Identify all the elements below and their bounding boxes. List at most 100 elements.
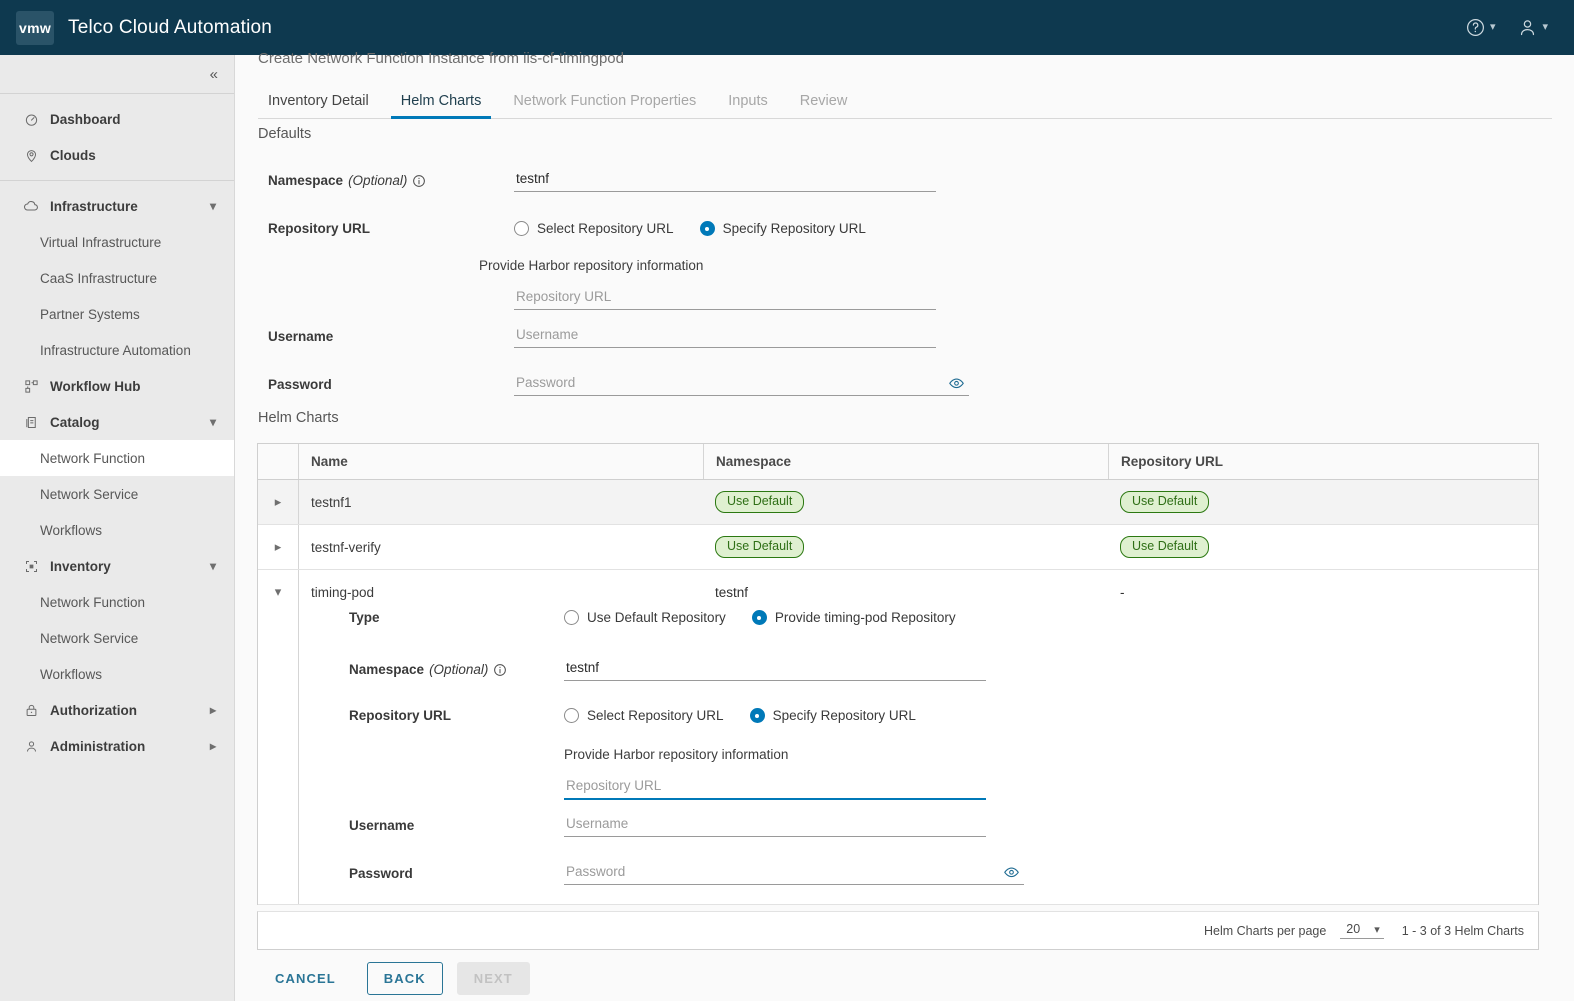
table-row-expanded: ▾ timing-pod testnf - Type Use Default R… xyxy=(258,570,1538,905)
sidebar-item-infrastructure-automation[interactable]: Infrastructure Automation xyxy=(0,332,234,368)
app-title: Telco Cloud Automation xyxy=(68,16,273,38)
user-menu-button[interactable]: ▾ xyxy=(1509,11,1556,44)
sidebar-item-label: Virtual Infrastructure xyxy=(40,234,162,250)
password-input[interactable] xyxy=(564,862,1024,885)
repository-url-input[interactable] xyxy=(514,287,936,310)
info-icon[interactable] xyxy=(412,174,426,188)
detail-repository-url-row: Repository URL Select Repository URL Spe… xyxy=(349,708,916,723)
sidebar-item-workflow-hub[interactable]: Workflow Hub xyxy=(0,368,234,404)
detail-harbor-note: Provide Harbor repository information xyxy=(564,747,789,762)
radio-specify-repository-url[interactable]: Specify Repository URL xyxy=(749,708,916,723)
sidebar-item-label: Network Function xyxy=(40,450,146,466)
sidebar-item-label: Network Service xyxy=(40,486,139,502)
radio-use-default-repository[interactable]: Use Default Repository xyxy=(564,610,726,625)
chevron-down-icon[interactable]: ▾ xyxy=(258,584,298,600)
table-row[interactable]: ▸ testnf-verify Use Default Use Default xyxy=(258,525,1538,570)
sidebar-item-catalog-network-function[interactable]: Network Function xyxy=(0,440,234,476)
help-circle-icon xyxy=(1465,17,1486,38)
chevron-right-icon[interactable]: ▸ xyxy=(258,539,298,555)
cancel-button[interactable]: CANCEL xyxy=(258,962,353,995)
pagination-range: 1 - 3 of 3 Helm Charts xyxy=(1401,923,1524,938)
sidebar-item-dashboard[interactable]: Dashboard xyxy=(0,101,234,137)
namespace-label-text: Namespace xyxy=(349,662,425,677)
password-input[interactable] xyxy=(514,373,969,396)
radio-label: Provide timing-pod Repository xyxy=(774,610,956,625)
eye-icon[interactable] xyxy=(948,374,965,391)
namespace-input[interactable] xyxy=(514,169,936,192)
namespace-input[interactable] xyxy=(564,658,986,681)
radio-provide-timing-pod-repository[interactable]: Provide timing-pod Repository xyxy=(751,610,956,625)
repository-url-input[interactable] xyxy=(564,776,986,800)
dashboard-icon xyxy=(22,112,40,127)
sidebar-item-label: Authorization xyxy=(50,702,137,718)
cloud-pin-icon xyxy=(22,148,40,163)
sidebar-item-administration[interactable]: Administration ▸ xyxy=(0,728,234,764)
expanded-detail-panel: Type Use Default Repository Provide timi… xyxy=(298,610,1538,904)
sidebar-item-caas-infrastructure[interactable]: CaaS Infrastructure xyxy=(0,260,234,296)
namespace-label: Namespace (Optional) xyxy=(349,662,564,677)
repository-url-radio-group: Select Repository URL Specify Repository… xyxy=(514,221,866,236)
person-icon xyxy=(22,739,40,754)
cell-namespace: testnf xyxy=(715,584,749,600)
sidebar-item-virtual-infrastructure[interactable]: Virtual Infrastructure xyxy=(0,224,234,260)
radio-select-repository-url[interactable]: Select Repository URL xyxy=(514,221,674,236)
radio-dot-selected xyxy=(749,708,765,723)
status-badge: Use Default xyxy=(715,535,805,559)
table-row[interactable]: ▾ timing-pod testnf - xyxy=(258,570,1538,614)
sidebar-item-inventory-network-service[interactable]: Network Service xyxy=(0,620,234,656)
sidebar-item-label: Inventory xyxy=(50,558,111,574)
sidebar-item-label: Clouds xyxy=(50,147,96,163)
cell-repository-url: Use Default xyxy=(1108,525,1538,569)
detail-username-row: Username xyxy=(349,814,986,837)
back-button[interactable]: BACK xyxy=(366,961,443,995)
password-field-wrap xyxy=(514,373,969,396)
radio-specify-repository-url[interactable]: Specify Repository URL xyxy=(699,221,866,236)
radio-select-repository-url[interactable]: Select Repository URL xyxy=(564,708,724,723)
eye-icon[interactable] xyxy=(1003,863,1020,880)
sidebar-item-inventory-network-function[interactable]: Network Function xyxy=(0,584,234,620)
tab-helm-charts[interactable]: Helm Charts xyxy=(390,93,492,119)
tab-inventory-detail[interactable]: Inventory Detail xyxy=(258,93,379,118)
sidebar-item-label: CaaS Infrastructure xyxy=(40,270,158,286)
radio-dot xyxy=(514,221,529,236)
username-input[interactable] xyxy=(514,325,936,348)
username-input[interactable] xyxy=(564,814,986,837)
helm-charts-table: Name Namespace Repository URL ▸ testnf1 … xyxy=(257,443,1539,905)
column-header-repository-url: Repository URL xyxy=(1108,444,1538,479)
sidebar-collapse-button[interactable]: « xyxy=(0,55,234,94)
sidebar-item-label: Workflows xyxy=(40,522,103,538)
sidebar-item-infrastructure[interactable]: Infrastructure ▾ xyxy=(0,188,234,224)
sidebar-item-catalog-network-service[interactable]: Network Service xyxy=(0,476,234,512)
sidebar-item-inventory-workflows[interactable]: Workflows xyxy=(0,656,234,692)
sidebar-item-inventory[interactable]: Inventory ▾ xyxy=(0,548,234,584)
sidebar-item-catalog-workflows[interactable]: Workflows xyxy=(0,512,234,548)
chevron-right-icon[interactable]: ▸ xyxy=(258,494,298,510)
detail-namespace-row: Namespace (Optional) xyxy=(349,658,986,681)
table-row[interactable]: ▸ testnf1 Use Default Use Default xyxy=(258,480,1538,525)
radio-label: Select Repository URL xyxy=(537,221,674,236)
sidebar-item-partner-systems[interactable]: Partner Systems xyxy=(0,296,234,332)
sidebar-item-label: Partner Systems xyxy=(40,306,140,322)
sidebar-item-catalog[interactable]: Catalog ▾ xyxy=(0,404,234,440)
cell-name: testnf-verify xyxy=(298,525,703,569)
radio-label: Select Repository URL xyxy=(587,708,724,723)
sidebar-item-clouds[interactable]: Clouds xyxy=(0,137,234,173)
help-menu-button[interactable]: ▾ xyxy=(1457,11,1504,44)
per-page-select[interactable]: 20 ▾ xyxy=(1340,922,1384,939)
repository-url-label: Repository URL xyxy=(349,708,452,723)
sidebar-item-label: Workflow Hub xyxy=(50,378,141,394)
status-badge: Use Default xyxy=(715,490,805,514)
wizard-tabs: Inventory Detail Helm Charts Network Fun… xyxy=(258,83,1552,119)
status-badge: Use Default xyxy=(1120,490,1210,514)
sidebar-item-label: Infrastructure Automation xyxy=(40,342,191,358)
radio-dot-selected xyxy=(699,221,715,236)
sidebar-item-label: Catalog xyxy=(50,414,100,430)
chevron-down-icon: ▾ xyxy=(1489,21,1496,33)
header-actions: ▾ ▾ xyxy=(1457,11,1574,44)
per-page-label: Helm Charts per page xyxy=(1204,923,1327,938)
cell-name: timing-pod xyxy=(298,570,703,614)
radio-label: Specify Repository URL xyxy=(772,708,916,723)
sidebar-item-authorization[interactable]: Authorization ▸ xyxy=(0,692,234,728)
info-icon[interactable] xyxy=(493,663,507,677)
sidebar: « Dashboard Clouds Infrastructure ▾ Virt… xyxy=(0,55,235,1001)
